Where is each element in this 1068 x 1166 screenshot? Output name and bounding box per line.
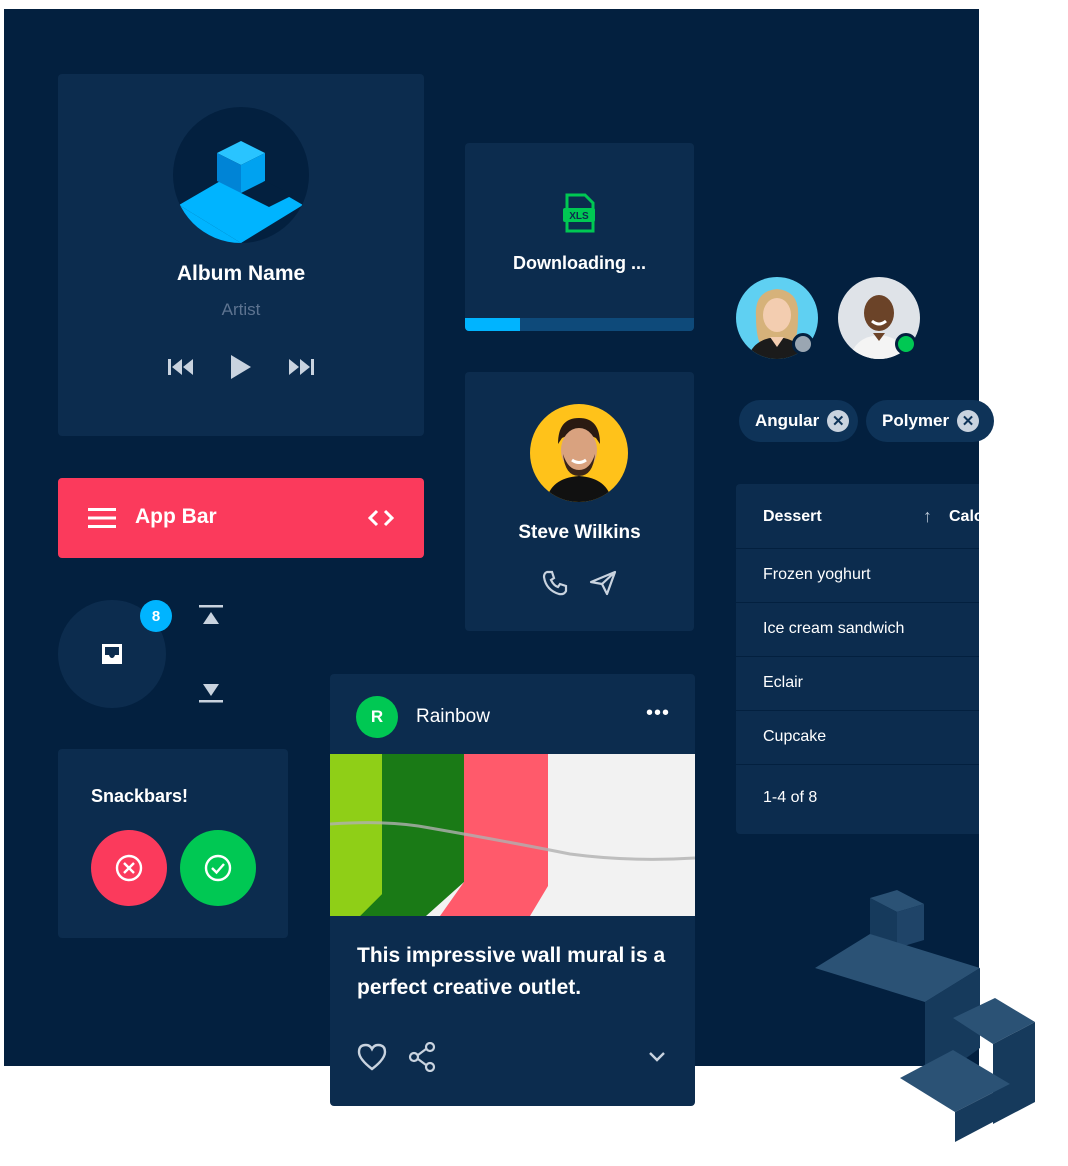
album-title: Album Name (176, 262, 306, 285)
table-footer: 1-4 of 8 (736, 764, 979, 834)
table-cell: Eclair (763, 674, 804, 691)
snackbars-card: Snackbars! (58, 749, 288, 938)
notification-badge: 8 (140, 600, 172, 632)
app-bar: App Bar (58, 478, 424, 558)
post-card: R Rainbow ••• This impressive wall mural… (330, 674, 695, 1106)
menu-icon[interactable] (88, 508, 116, 533)
column-header-calories[interactable]: Calo (949, 508, 979, 526)
post-image (330, 754, 695, 916)
chip-label: Angular (755, 411, 820, 430)
xls-file-icon: XLS (561, 193, 597, 238)
app-bar-title: App Bar (135, 505, 217, 528)
data-table: Dessert ↑ Calo Frozen yoghurt Ice cream … (736, 484, 979, 834)
contact-name: Steve Wilkins (518, 522, 641, 543)
table-row[interactable]: Cupcake (736, 710, 979, 765)
download-label: Downloading ... (513, 253, 646, 273)
play-icon[interactable] (230, 354, 252, 385)
chip-remove-icon[interactable]: ✕ (957, 410, 980, 432)
download-progress-bar (465, 318, 694, 331)
post-avatar: R (356, 696, 398, 738)
isometric-blocks-illustration (815, 890, 1035, 1142)
more-options-icon[interactable]: ••• (646, 702, 670, 725)
playback-controls (58, 354, 424, 385)
snackbars-title: Snackbars! (91, 786, 189, 806)
table-row[interactable]: Eclair (736, 656, 979, 711)
pagination-label: 1-4 of 8 (763, 789, 818, 806)
close-circle-icon (115, 854, 143, 882)
status-offline-indicator (792, 333, 814, 355)
chevron-down-icon[interactable] (648, 1050, 666, 1068)
share-icon[interactable] (408, 1041, 436, 1077)
table-row[interactable]: Ice cream sandwich (736, 602, 979, 657)
chip-polymer[interactable]: Polymer ✕ (866, 400, 994, 442)
chip-angular[interactable]: Angular ✕ (739, 400, 858, 442)
artist-name: Artist (221, 300, 261, 319)
post-username: Rainbow (416, 706, 490, 727)
download-card: XLS Downloading ... (465, 143, 694, 331)
column-header-dessert[interactable]: Dessert (763, 508, 822, 526)
next-track-icon[interactable] (288, 358, 314, 381)
success-button[interactable] (180, 830, 256, 906)
check-circle-icon (204, 854, 232, 882)
previous-track-icon[interactable] (168, 358, 194, 381)
phone-icon[interactable] (542, 570, 568, 601)
post-text: This impressive wall mural is a perfect … (357, 944, 666, 999)
table-cell: Ice cream sandwich (763, 620, 905, 637)
contact-card: Steve Wilkins (465, 372, 694, 631)
chip-remove-icon[interactable]: ✕ (827, 410, 850, 432)
download-progress-fill (465, 318, 520, 331)
file-type-label: XLS (569, 211, 589, 222)
chip-label: Polymer (882, 411, 950, 430)
contact-photo (530, 404, 628, 502)
music-player-card: Album Name Artist (58, 74, 424, 436)
inbox-icon (100, 642, 124, 671)
status-online-indicator (895, 333, 917, 355)
error-button[interactable] (91, 830, 167, 906)
scroll-bottom-icon[interactable] (199, 682, 223, 709)
send-icon[interactable] (589, 570, 617, 601)
code-icon[interactable] (367, 508, 395, 533)
table-cell: Frozen yoghurt (763, 566, 871, 583)
heart-icon[interactable] (357, 1043, 387, 1076)
table-cell: Cupcake (763, 728, 827, 745)
sort-arrow-up-icon[interactable]: ↑ (923, 506, 932, 527)
album-cover (173, 107, 309, 243)
scroll-top-icon[interactable] (199, 605, 223, 632)
table-row[interactable]: Frozen yoghurt (736, 548, 979, 603)
